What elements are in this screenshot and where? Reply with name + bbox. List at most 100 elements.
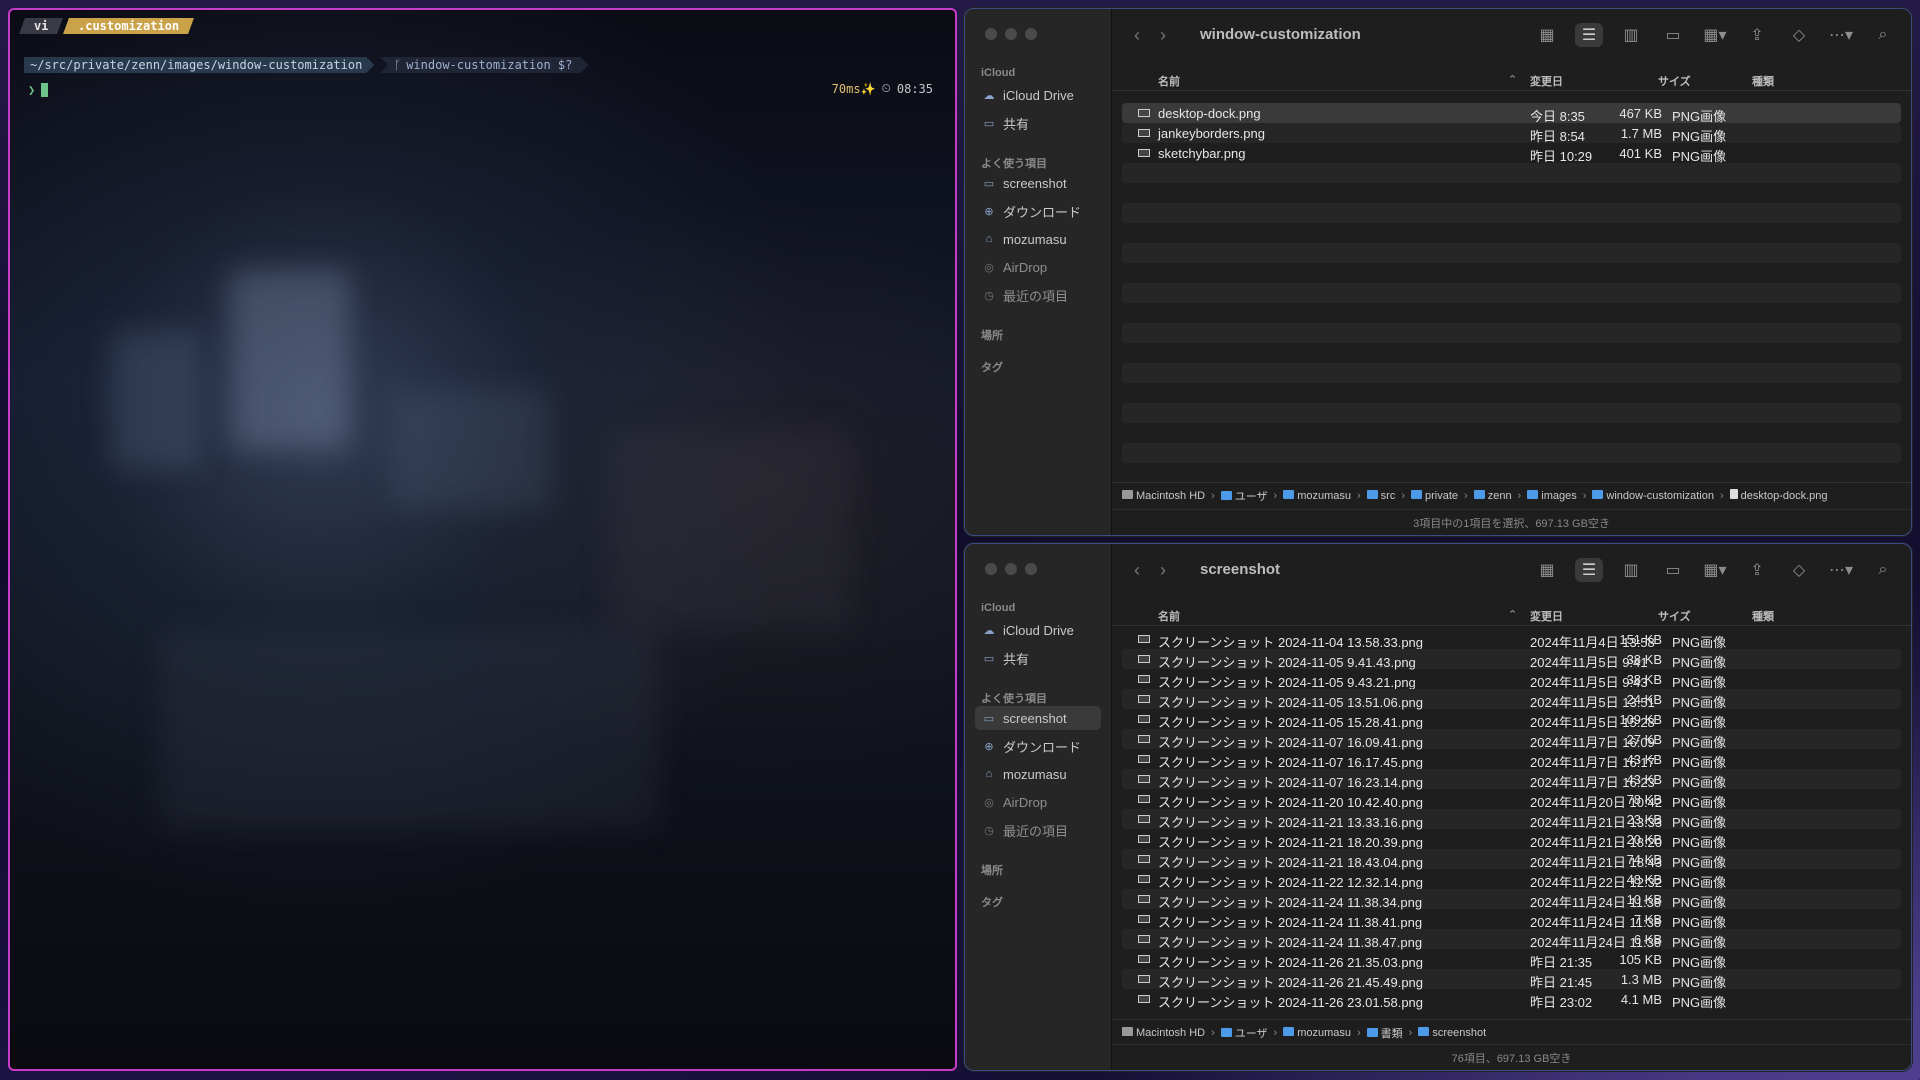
- window-controls: [985, 563, 1037, 575]
- table-row[interactable]: スクリーンショット 2024-11-24 11.38.41.png 2024年11…: [1122, 909, 1901, 930]
- sidebar-item-airdrop[interactable]: ◎ AirDrop: [975, 255, 1101, 279]
- back-icon[interactable]: ‹: [1134, 25, 1140, 46]
- path-segment[interactable]: Macintosh HD: [1122, 489, 1205, 502]
- close-button[interactable]: [985, 28, 997, 40]
- path-segment[interactable]: private: [1411, 489, 1458, 502]
- finder-window-top[interactable]: iCloud ☁ iCloud Drive ▭ 共有 よく使う項目 ▭ screens…: [964, 8, 1912, 536]
- sidebar-item-recents[interactable]: ◷ 最近の項目: [975, 283, 1101, 307]
- table-row[interactable]: スクリーンショット 2024-11-04 13.58.33.png 2024年11…: [1122, 629, 1901, 650]
- group-icon[interactable]: ▦▾: [1701, 23, 1729, 47]
- table-row[interactable]: desktop-dock.png 今日 8:35 467 KB PNG画像: [1122, 103, 1901, 124]
- table-row[interactable]: スクリーンショット 2024-11-22 12.32.14.png 2024年11…: [1122, 869, 1901, 890]
- path-segment[interactable]: src: [1366, 489, 1395, 502]
- search-icon[interactable]: ⌕: [1869, 23, 1897, 47]
- sidebar-item-icloud-drive[interactable]: ☁ iCloud Drive: [975, 618, 1101, 642]
- gallery-view-icon[interactable]: ▭: [1659, 558, 1687, 582]
- table-row[interactable]: スクリーンショット 2024-11-05 15.28.41.png 2024年11…: [1122, 709, 1901, 730]
- path-segment[interactable]: 書類: [1366, 1025, 1403, 1041]
- column-name[interactable]: 名前: [1158, 608, 1180, 624]
- sidebar-item-downloads[interactable]: ⊕ ダウンロード: [975, 734, 1101, 758]
- table-row[interactable]: スクリーンショット 2024-11-07 16.23.14.png 2024年11…: [1122, 769, 1901, 790]
- minimize-button[interactable]: [1005, 563, 1017, 575]
- column-view-icon[interactable]: ▥: [1617, 23, 1645, 47]
- table-row[interactable]: スクリーンショット 2024-11-05 9.41.43.png 2024年11月…: [1122, 649, 1901, 670]
- column-date[interactable]: 変更日: [1530, 608, 1563, 624]
- chevron-right-icon: ›: [1273, 489, 1278, 502]
- forward-icon[interactable]: ›: [1160, 560, 1166, 581]
- chevron-right-icon: ›: [1720, 489, 1724, 502]
- column-name[interactable]: 名前: [1158, 73, 1180, 89]
- sidebar-item-airdrop[interactable]: ◎ AirDrop: [975, 790, 1101, 814]
- path-segment[interactable]: desktop-dock.png: [1729, 489, 1828, 502]
- sidebar-item-downloads[interactable]: ⊕ ダウンロード: [975, 199, 1101, 223]
- close-button[interactable]: [985, 563, 997, 575]
- sidebar-item-recents[interactable]: ◷ 最近の項目: [975, 818, 1101, 842]
- table-row[interactable]: スクリーンショット 2024-11-05 13.51.06.png 2024年11…: [1122, 689, 1901, 710]
- sidebar-item-home[interactable]: ⌂ mozumasu: [975, 227, 1101, 251]
- table-row[interactable]: jankeyborders.png 昨日 8:54 1.7 MB PNG画像: [1122, 123, 1901, 144]
- more-icon[interactable]: ⋯▾: [1827, 23, 1855, 47]
- column-kind[interactable]: 種類: [1752, 73, 1774, 89]
- search-icon[interactable]: ⌕: [1869, 558, 1897, 582]
- zoom-button[interactable]: [1025, 563, 1037, 575]
- sidebar-item-icloud-drive[interactable]: ☁ iCloud Drive: [975, 83, 1101, 107]
- gallery-view-icon[interactable]: ▭: [1659, 23, 1687, 47]
- tab-customization[interactable]: .customization: [63, 18, 195, 34]
- share-icon[interactable]: ⇪: [1743, 558, 1771, 582]
- table-row[interactable]: スクリーンショット 2024-11-21 18.20.39.png 2024年11…: [1122, 829, 1901, 850]
- path-segment[interactable]: Macintosh HD: [1122, 1026, 1205, 1039]
- table-row[interactable]: sketchybar.png 昨日 10:29 401 KB PNG画像: [1122, 143, 1901, 164]
- sidebar-item-screenshot[interactable]: ▭ screenshot: [975, 171, 1101, 195]
- sidebar-item-screenshot[interactable]: ▭ screenshot: [975, 706, 1101, 730]
- list-view-icon[interactable]: ☰: [1575, 558, 1603, 582]
- zoom-button[interactable]: [1025, 28, 1037, 40]
- column-view-icon[interactable]: ▥: [1617, 558, 1645, 582]
- column-date[interactable]: 変更日: [1530, 73, 1563, 89]
- list-view-icon[interactable]: ☰: [1575, 23, 1603, 47]
- table-row[interactable]: スクリーンショット 2024-11-24 11.38.47.png 2024年11…: [1122, 929, 1901, 950]
- column-kind[interactable]: 種類: [1752, 608, 1774, 624]
- table-row[interactable]: スクリーンショット 2024-11-24 11.38.34.png 2024年11…: [1122, 889, 1901, 910]
- path-segment[interactable]: zenn: [1473, 489, 1512, 502]
- path-segment[interactable]: screenshot: [1418, 1026, 1486, 1039]
- finder-window-bottom[interactable]: iCloud ☁ iCloud Drive ▭ 共有 よく使う項目 ▭ screens…: [964, 543, 1912, 1071]
- minimize-button[interactable]: [1005, 28, 1017, 40]
- tag-icon[interactable]: ◇: [1785, 558, 1813, 582]
- table-row[interactable]: スクリーンショット 2024-11-05 9.43.21.png 2024年11月…: [1122, 669, 1901, 690]
- shell-prompt: ~/src/private/zenn/images/window-customi…: [18, 57, 947, 73]
- icon-view-icon[interactable]: ▦: [1533, 558, 1561, 582]
- tab-vi[interactable]: vi: [19, 18, 64, 34]
- more-icon[interactable]: ⋯▾: [1827, 558, 1855, 582]
- table-row[interactable]: スクリーンショット 2024-11-26 21.35.03.png 昨日 21:3…: [1122, 949, 1901, 970]
- table-row[interactable]: スクリーンショット 2024-11-26 23.01.58.png 昨日 23:0…: [1122, 989, 1901, 1010]
- path-segment[interactable]: mozumasu: [1283, 489, 1351, 502]
- column-size[interactable]: サイズ: [1658, 608, 1691, 624]
- table-row[interactable]: スクリーンショット 2024-11-07 16.09.41.png 2024年11…: [1122, 729, 1901, 750]
- tag-icon[interactable]: ◇: [1785, 23, 1813, 47]
- sidebar-section-tags: タグ: [981, 897, 1003, 909]
- sort-ascending-icon: ⌃: [1508, 74, 1518, 86]
- sidebar-item-shared[interactable]: ▭ 共有: [975, 646, 1101, 670]
- terminal-window[interactable]: vi .customization ~/src/private/zenn/ima…: [8, 8, 957, 1071]
- forward-icon[interactable]: ›: [1160, 25, 1166, 46]
- path-segment[interactable]: mozumasu: [1283, 1026, 1351, 1039]
- sidebar-item-home[interactable]: ⌂ mozumasu: [975, 762, 1101, 786]
- table-row[interactable]: スクリーンショット 2024-11-20 10.42.40.png 2024年11…: [1122, 789, 1901, 810]
- path-segment[interactable]: ユーザ: [1220, 1025, 1268, 1041]
- group-icon[interactable]: ▦▾: [1701, 558, 1729, 582]
- table-row[interactable]: スクリーンショット 2024-11-26 21.45.49.png 昨日 21:4…: [1122, 969, 1901, 990]
- prompt-input-line[interactable]: ❯: [28, 83, 49, 97]
- share-icon[interactable]: ⇪: [1743, 23, 1771, 47]
- path-segment[interactable]: window-customization: [1592, 489, 1714, 502]
- path-segment[interactable]: ユーザ: [1220, 488, 1268, 504]
- chevron-right-icon: ›: [1582, 489, 1587, 502]
- table-row[interactable]: スクリーンショット 2024-11-07 16.17.45.png 2024年11…: [1122, 749, 1901, 770]
- back-icon[interactable]: ‹: [1134, 560, 1140, 581]
- table-row[interactable]: スクリーンショット 2024-11-21 18.43.04.png 2024年11…: [1122, 849, 1901, 870]
- path-segment[interactable]: images: [1527, 489, 1577, 502]
- table-row[interactable]: スクリーンショット 2024-11-21 13.33.16.png 2024年11…: [1122, 809, 1901, 830]
- sidebar-item-shared[interactable]: ▭ 共有: [975, 111, 1101, 135]
- column-header: 名前 ⌃ 変更日 サイズ 種類: [1112, 67, 1911, 91]
- column-size[interactable]: サイズ: [1658, 73, 1691, 89]
- icon-view-icon[interactable]: ▦: [1533, 23, 1561, 47]
